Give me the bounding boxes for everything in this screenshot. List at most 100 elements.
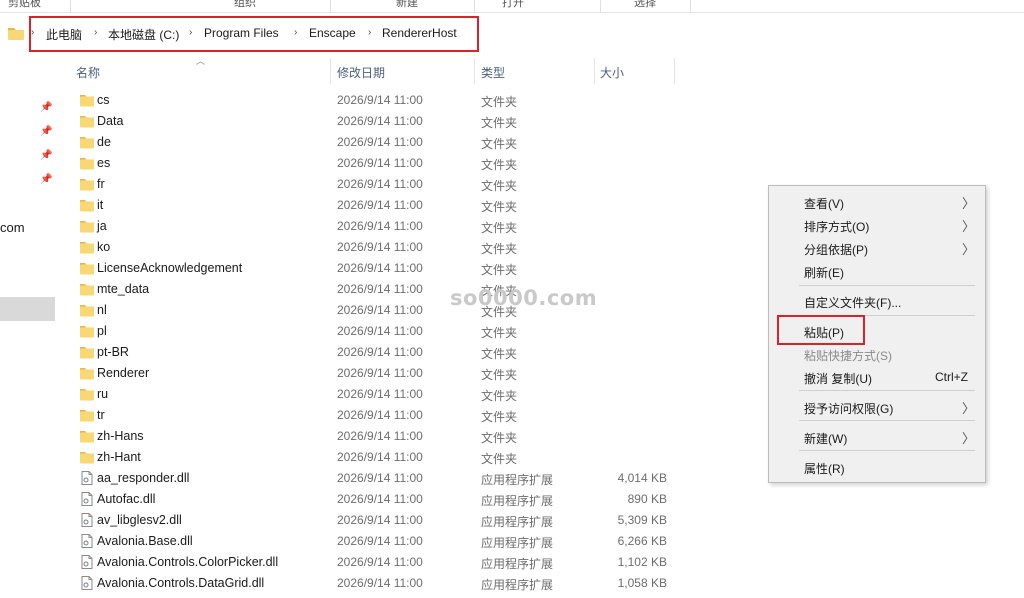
file-row[interactable]: LicenseAcknowledgement 2026/9/14 11:00 文件夹	[76, 258, 696, 279]
column-header-row: ︿ 名称 修改日期 类型 大小	[0, 56, 1024, 84]
file-row[interactable]: Avalonia.Controls.DataGrid.dll 2026/9/14 …	[76, 573, 696, 594]
folder-icon	[8, 28, 24, 40]
navigation-pane: 📌 📌 📌 📌 com	[0, 84, 56, 598]
file-date: 2026/9/14 11:00	[337, 513, 423, 527]
highlight-box-paste	[777, 315, 865, 345]
file-date: 2026/9/14 11:00	[337, 282, 423, 296]
file-date: 2026/9/14 11:00	[337, 324, 423, 338]
column-divider[interactable]	[674, 58, 675, 84]
file-row[interactable]: es 2026/9/14 11:00 文件夹	[76, 153, 696, 174]
menu-item-properties[interactable]: 属性(R)	[769, 456, 985, 478]
file-row[interactable]: ja 2026/9/14 11:00 文件夹	[76, 216, 696, 237]
menu-item-label: 粘贴快捷方式(S)	[804, 349, 892, 363]
file-name: Avalonia.Controls.ColorPicker.dll	[97, 555, 279, 569]
menu-separator	[799, 390, 975, 391]
menu-item-view[interactable]: 查看(V) 〉	[769, 191, 985, 213]
menu-shortcut: Ctrl+Z	[935, 370, 968, 384]
file-size: 1,102 KB	[617, 555, 667, 569]
file-row[interactable]: aa_responder.dll 2026/9/14 11:00 应用程序扩展 4,0…	[76, 468, 696, 489]
file-type: 文件夹	[481, 263, 518, 277]
file-row[interactable]: cs 2026/9/14 11:00 文件夹	[76, 90, 696, 111]
sort-ascending-icon: ︿	[196, 56, 206, 66]
menu-item-customize-folder[interactable]: 自定义文件夹(F)...	[769, 290, 985, 312]
pin-icon[interactable]: 📌	[40, 150, 52, 161]
dll-file-icon	[81, 576, 93, 590]
pin-icon[interactable]: 📌	[40, 174, 52, 185]
ribbon-divider	[474, 0, 475, 12]
file-row[interactable]: zh-Hant 2026/9/14 11:00 文件夹	[76, 447, 696, 468]
file-name: cs	[97, 93, 110, 107]
file-name: pl	[97, 324, 107, 338]
file-row[interactable]: mte_data 2026/9/14 11:00 文件夹	[76, 279, 696, 300]
ribbon-group-labels: 剪贴板 组织 新建 打开 选择	[0, 0, 1024, 13]
file-row[interactable]: zh-Hans 2026/9/14 11:00 文件夹	[76, 426, 696, 447]
ribbon-group-clipboard: 剪贴板	[8, 0, 41, 9]
file-row[interactable]: pt-BR 2026/9/14 11:00 文件夹	[76, 342, 696, 363]
file-row[interactable]: pl 2026/9/14 11:00 文件夹	[76, 321, 696, 342]
column-header-name[interactable]: 名称	[76, 64, 100, 81]
column-divider[interactable]	[594, 58, 595, 84]
file-name: Avalonia.Controls.DataGrid.dll	[97, 576, 265, 590]
file-name: de	[97, 135, 111, 149]
file-date: 2026/9/14 11:00	[337, 492, 423, 506]
file-name: tr	[97, 408, 105, 422]
column-header-size[interactable]: 大小	[600, 64, 624, 81]
file-row[interactable]: Data 2026/9/14 11:00 文件夹	[76, 111, 696, 132]
ribbon-divider	[600, 0, 601, 12]
file-date: 2026/9/14 11:00	[337, 387, 423, 401]
file-row[interactable]: Renderer 2026/9/14 11:00 文件夹	[76, 363, 696, 384]
pin-icon[interactable]: 📌	[40, 126, 52, 137]
file-size: 4,014 KB	[617, 471, 667, 485]
file-row[interactable]: Avalonia.Base.dll 2026/9/14 11:00 应用程序扩展 6,…	[76, 531, 696, 552]
file-name: fr	[97, 177, 105, 191]
pin-icon[interactable]: 📌	[40, 102, 52, 113]
menu-item-paste-shortcut[interactable]: 粘贴快捷方式(S)	[769, 343, 985, 365]
file-type: 文件夹	[481, 221, 518, 235]
file-date: 2026/9/14 11:00	[337, 135, 423, 149]
menu-item-give-access[interactable]: 授予访问权限(G) 〉	[769, 396, 985, 418]
file-name: ko	[97, 240, 111, 254]
file-row[interactable]: it 2026/9/14 11:00 文件夹	[76, 195, 696, 216]
file-date: 2026/9/14 11:00	[337, 345, 423, 359]
file-row[interactable]: de 2026/9/14 11:00 文件夹	[76, 132, 696, 153]
file-date: 2026/9/14 11:00	[337, 555, 423, 569]
file-type: 应用程序扩展	[481, 494, 554, 508]
file-date: 2026/9/14 11:00	[337, 366, 423, 380]
column-divider[interactable]	[474, 58, 475, 84]
ribbon-group-new: 新建	[396, 0, 418, 9]
file-row[interactable]: av_libglesv2.dll 2026/9/14 11:00 应用程序扩展 5,3…	[76, 510, 696, 531]
folder-icon	[80, 137, 94, 149]
column-header-type[interactable]: 类型	[481, 64, 505, 81]
file-type: 文件夹	[481, 326, 518, 340]
nav-item-selected[interactable]	[0, 297, 55, 321]
column-divider[interactable]	[330, 58, 331, 84]
menu-item-undo-copy[interactable]: 撤消 复制(U) Ctrl+Z	[769, 366, 985, 388]
file-row[interactable]: ko 2026/9/14 11:00 文件夹	[76, 237, 696, 258]
file-row[interactable]: nl 2026/9/14 11:00 文件夹	[76, 300, 696, 321]
menu-item-sort-by[interactable]: 排序方式(O) 〉	[769, 214, 985, 236]
menu-item-label: 刷新(E)	[804, 266, 844, 280]
file-type: 文件夹	[481, 95, 518, 109]
file-row[interactable]: Avalonia.Controls.ColorPicker.dll 2026/9/…	[76, 552, 696, 573]
file-type: 文件夹	[481, 158, 518, 172]
file-type: 文件夹	[481, 179, 518, 193]
file-date: 2026/9/14 11:00	[337, 534, 423, 548]
menu-item-refresh[interactable]: 刷新(E)	[769, 260, 985, 282]
folder-icon	[80, 326, 94, 338]
folder-icon	[80, 116, 94, 128]
column-header-date[interactable]: 修改日期	[337, 64, 385, 81]
menu-separator	[799, 450, 975, 451]
folder-icon	[80, 284, 94, 296]
file-row[interactable]: ru 2026/9/14 11:00 文件夹	[76, 384, 696, 405]
nav-item-fragment[interactable]: com	[0, 220, 25, 235]
menu-item-group-by[interactable]: 分组依据(P) 〉	[769, 237, 985, 259]
file-row[interactable]: Autofac.dll 2026/9/14 11:00 应用程序扩展 890 KB	[76, 489, 696, 510]
file-row[interactable]: tr 2026/9/14 11:00 文件夹	[76, 405, 696, 426]
file-type: 文件夹	[481, 452, 518, 466]
file-name: it	[97, 198, 104, 212]
ribbon-group-select: 选择	[634, 0, 656, 9]
file-date: 2026/9/14 11:00	[337, 219, 423, 233]
file-row[interactable]: fr 2026/9/14 11:00 文件夹	[76, 174, 696, 195]
ribbon-divider	[690, 0, 691, 12]
menu-item-new[interactable]: 新建(W) 〉	[769, 426, 985, 448]
